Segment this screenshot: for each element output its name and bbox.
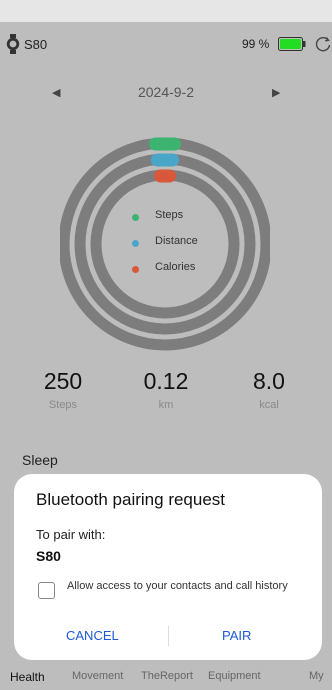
activity-stats: 250 Steps 0.12 km 8.0 kcal	[0, 368, 332, 428]
button-divider	[168, 626, 169, 646]
bluetooth-pairing-dialog: Bluetooth pairing request To pair with: …	[14, 474, 322, 660]
dialog-subtitle: To pair with:	[36, 527, 106, 542]
legend-label: Steps	[155, 209, 184, 221]
sync-icon[interactable]	[314, 35, 332, 53]
steps-ring-progress	[149, 137, 181, 151]
stat-value: 8.0	[253, 368, 285, 394]
distance-dot	[132, 240, 139, 247]
sleep-section-title: Sleep	[22, 452, 58, 468]
battery-percentage: 99 %	[242, 37, 270, 51]
bottom-navigation: Health Movement TheReport Equipment My	[0, 666, 332, 690]
distance-ring-progress	[151, 153, 179, 167]
contacts-access-checkbox[interactable]	[38, 582, 55, 599]
dialog-device-name: S80	[36, 548, 61, 564]
nav-movement[interactable]: Movement	[72, 670, 123, 682]
calories-stat: 8.0 kcal	[214, 368, 324, 411]
cancel-button[interactable]: CANCEL	[66, 628, 119, 643]
stat-value: 0.12	[143, 368, 189, 394]
rings-legend: Steps Distance Calories	[128, 208, 218, 286]
steps-dot	[132, 214, 139, 221]
device-name: S80	[24, 37, 48, 52]
legend-label: Calories	[155, 261, 196, 273]
health-screen: S80 99 % ◀ 2024-9-2 ▶ Steps Distance Cal…	[0, 0, 332, 690]
device-header: S80 99 %	[0, 24, 332, 64]
nav-health[interactable]: Health	[10, 670, 45, 684]
battery-icon	[278, 37, 306, 51]
system-status-bar	[0, 0, 332, 22]
contacts-access-label: Allow access to your contacts and call h…	[67, 580, 288, 592]
legend-label: Distance	[155, 235, 198, 247]
calories-dot	[132, 266, 139, 273]
nav-report[interactable]: TheReport	[141, 670, 193, 682]
stat-value: 250	[43, 368, 83, 394]
pair-button[interactable]: PAIR	[222, 628, 251, 643]
stat-unit: km	[158, 399, 174, 411]
date-navigator: ◀ 2024-9-2 ▶	[0, 78, 332, 108]
legend-item-steps: Steps	[128, 208, 218, 234]
chevron-right-icon[interactable]: ▶	[272, 86, 280, 99]
nav-my[interactable]: My	[309, 670, 324, 682]
date-label: 2024-9-2	[137, 84, 195, 100]
legend-item-calories: Calories	[128, 260, 218, 286]
dialog-title: Bluetooth pairing request	[36, 490, 226, 509]
nav-equipment[interactable]: Equipment	[208, 670, 261, 682]
watch-icon	[6, 34, 20, 54]
stat-unit: kcal	[259, 399, 279, 411]
calories-ring-progress	[154, 169, 176, 183]
legend-item-distance: Distance	[128, 234, 218, 260]
stat-unit: Steps	[48, 399, 78, 411]
distance-stat: 0.12 km	[111, 368, 221, 411]
steps-stat: 250 Steps	[8, 368, 118, 411]
